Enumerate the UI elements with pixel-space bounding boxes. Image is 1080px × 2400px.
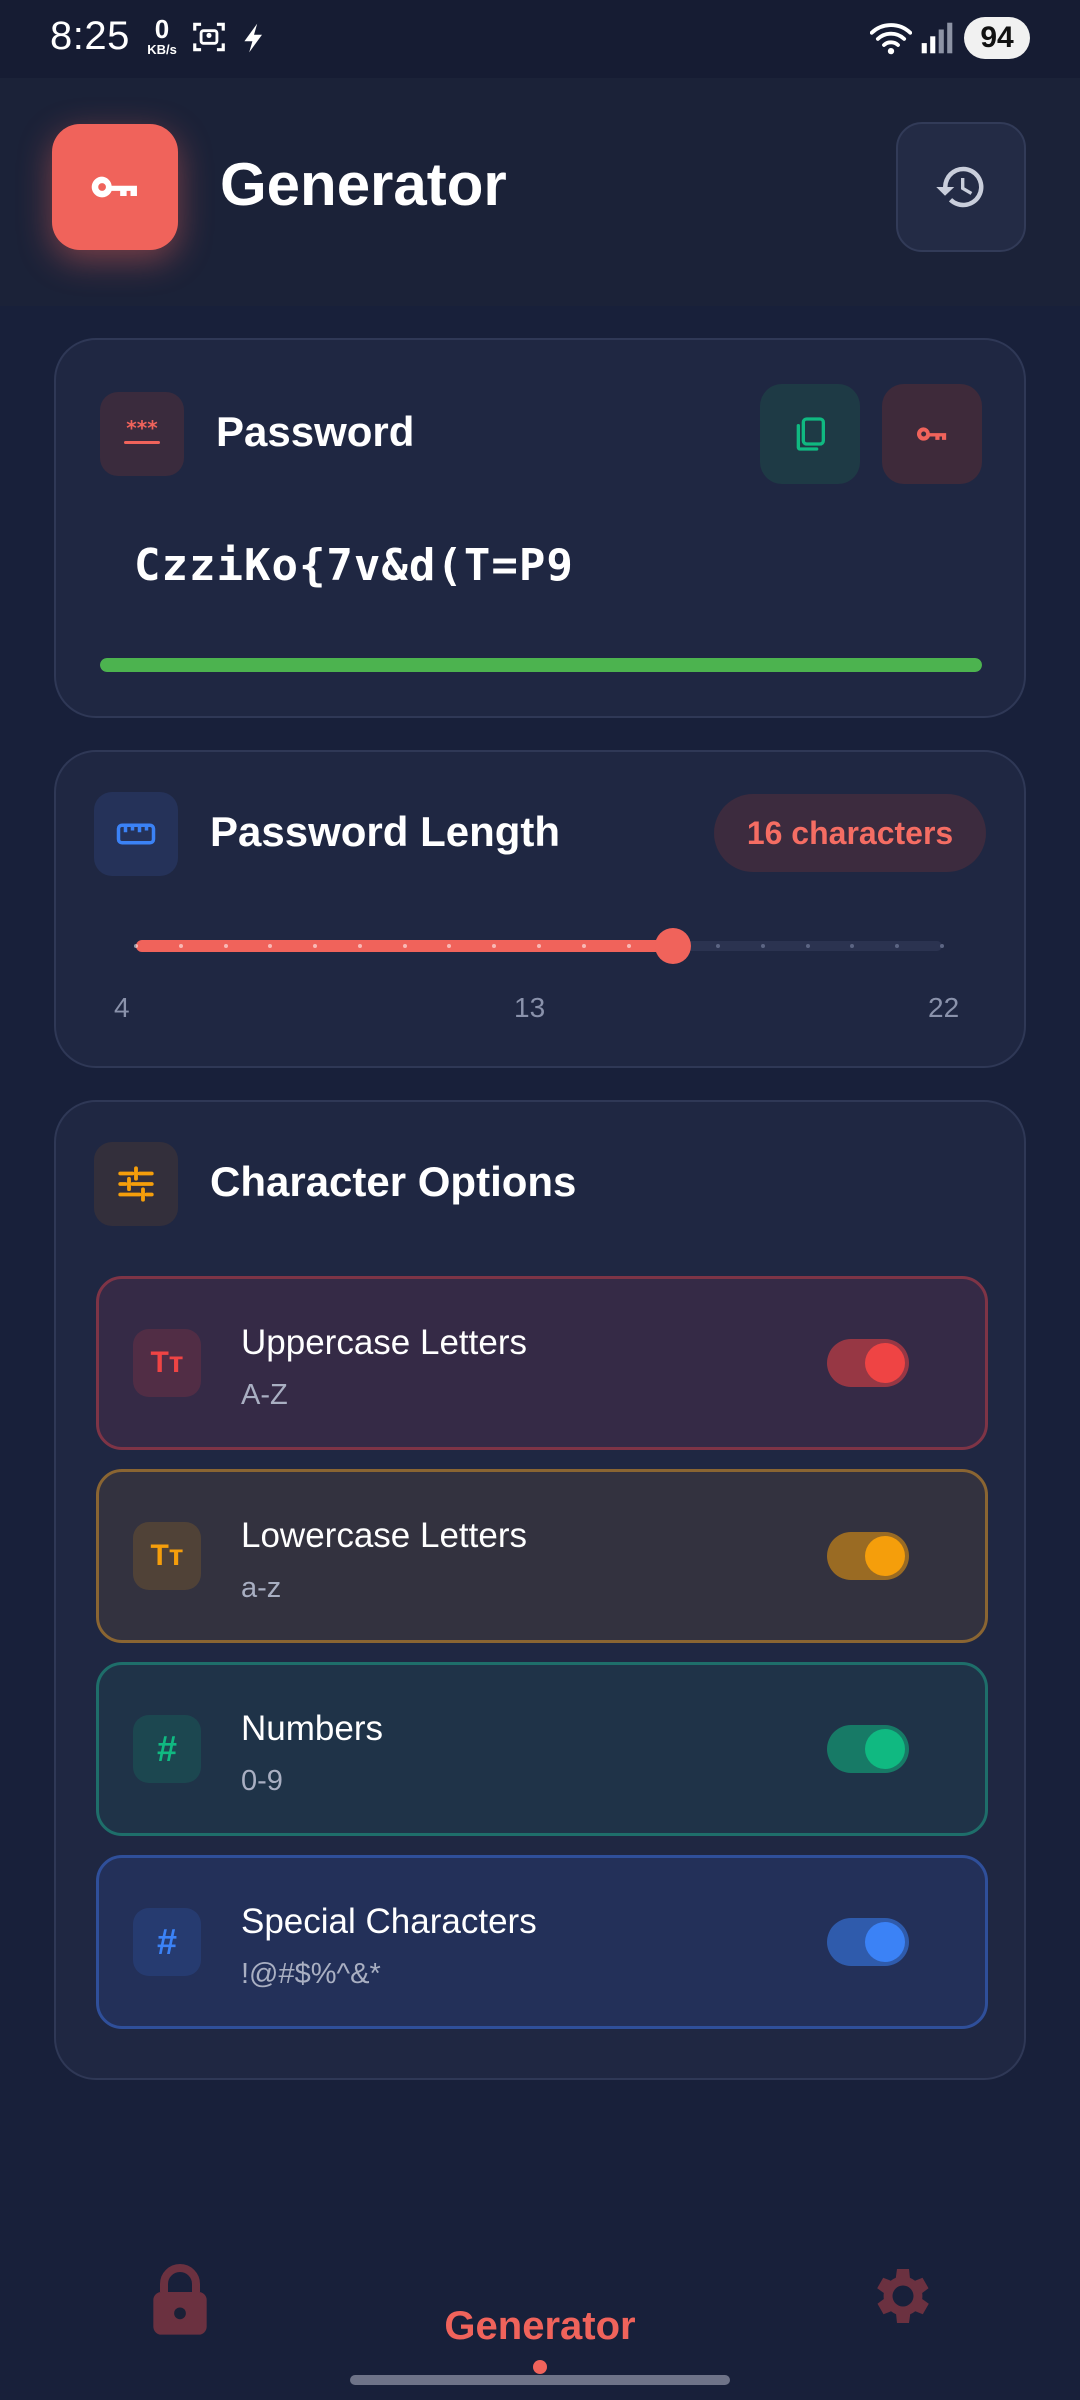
length-mid-label: 13: [514, 992, 546, 1023]
generated-password[interactable]: CzziKo{7v&d(T=P9: [134, 540, 574, 591]
option-numbers[interactable]: # Numbers 0-9: [96, 1662, 988, 1836]
net-speed-unit: KB/s: [147, 42, 177, 57]
slider-tick: [178, 944, 183, 948]
net-speed: 0 KB/s: [140, 16, 184, 58]
history-icon: [936, 166, 984, 208]
text-case-icon: Tт: [133, 1522, 201, 1590]
password-title: Password: [216, 408, 415, 455]
regenerate-button[interactable]: [882, 384, 982, 484]
home-indicator[interactable]: [350, 2375, 730, 2385]
gear-icon: [877, 2269, 929, 2323]
hash-icon: #: [133, 1908, 201, 1976]
status-time: 8:25: [50, 14, 130, 58]
option-subtitle: a-z: [241, 1572, 282, 1604]
slider-tick: [805, 944, 810, 948]
length-max-label: 22: [928, 992, 960, 1023]
option-subtitle: A-Z: [241, 1379, 288, 1411]
nav-generator[interactable]: Generator: [360, 2220, 720, 2370]
slider-tick: [537, 944, 541, 948]
key-icon: [91, 176, 137, 198]
options-title: Character Options: [210, 1158, 577, 1205]
signal-icon: [921, 22, 953, 54]
password-dots-icon: ***: [100, 392, 184, 476]
length-min-label: 4: [114, 992, 130, 1023]
nav-vault[interactable]: [148, 2262, 212, 2343]
lock-icon: [153, 2264, 207, 2335]
slider-tick: [760, 944, 765, 948]
lowercase-toggle[interactable]: [827, 1532, 909, 1580]
length-badge: 16 characters: [714, 794, 986, 872]
option-subtitle: 0-9: [241, 1765, 283, 1797]
copy-button[interactable]: [760, 384, 860, 484]
option-glyph: #: [156, 1921, 178, 1962]
option-title: Lowercase Letters: [241, 1516, 527, 1555]
option-title: Uppercase Letters: [241, 1323, 527, 1362]
ruler-icon: [94, 792, 178, 876]
battery-level: 94: [964, 17, 1030, 59]
toggle-knob: [865, 1536, 905, 1576]
option-special[interactable]: # Special Characters !@#$%^&*: [96, 1855, 988, 2029]
svg-text:***: ***: [126, 419, 158, 440]
option-subtitle: !@#$%^&*: [241, 1958, 381, 1990]
key-icon: [916, 427, 947, 441]
option-title: Special Characters: [241, 1902, 537, 1941]
options-card: Character Options Tт Uppercase Letters A…: [54, 1100, 1026, 2080]
nav-generator-label: Generator: [444, 2304, 636, 2348]
toggle-knob: [865, 1343, 905, 1383]
active-indicator-dot: [533, 2360, 547, 2374]
toggle-knob: [865, 1922, 905, 1962]
slider-tick: [134, 944, 138, 948]
option-glyph: Tт: [150, 1539, 184, 1572]
password-card: *** Password CzziKo{7v&d(T=P9: [54, 338, 1026, 718]
toggle-knob: [865, 1729, 905, 1769]
option-lowercase[interactable]: Tт Lowercase Letters a-z: [96, 1469, 988, 1643]
slider-tick: [626, 944, 631, 948]
app-logo: [52, 124, 178, 250]
option-uppercase[interactable]: Tт Uppercase Letters A-Z: [96, 1276, 988, 1450]
length-card: Password Length 16 characters 4 13 22: [54, 750, 1026, 1068]
wifi-icon: [870, 23, 912, 55]
slider-tick: [940, 944, 944, 948]
strength-fill: [100, 658, 982, 672]
slider-tick: [402, 944, 407, 948]
length-title: Password Length: [210, 808, 561, 855]
status-bar: 8:25 0 KB/s 94: [0, 0, 1080, 78]
copy-icon: [796, 417, 825, 451]
special-toggle[interactable]: [827, 1918, 909, 1966]
slider-thumb[interactable]: [655, 928, 692, 964]
option-glyph: Tт: [150, 1346, 184, 1379]
slider-tick: [581, 944, 586, 948]
numbers-toggle[interactable]: [827, 1725, 909, 1773]
charging-icon: [244, 23, 262, 53]
option-title: Numbers: [241, 1709, 383, 1748]
screenshot-icon: [193, 22, 225, 52]
bottom-nav: Generator: [0, 2220, 1080, 2400]
uppercase-toggle[interactable]: [827, 1339, 909, 1387]
slider-tick: [357, 944, 362, 948]
strength-bar: [100, 658, 982, 672]
hash-icon: #: [133, 1715, 201, 1783]
option-glyph: #: [156, 1728, 178, 1769]
history-button[interactable]: [896, 122, 1026, 252]
text-case-icon: Tт: [133, 1329, 201, 1397]
page-title: Generator: [220, 151, 507, 218]
slider-tick: [223, 944, 228, 948]
nav-settings[interactable]: [864, 2260, 936, 2337]
sliders-icon: [94, 1142, 178, 1226]
length-slider[interactable]: [134, 928, 944, 964]
net-speed-value: 0: [154, 14, 170, 44]
